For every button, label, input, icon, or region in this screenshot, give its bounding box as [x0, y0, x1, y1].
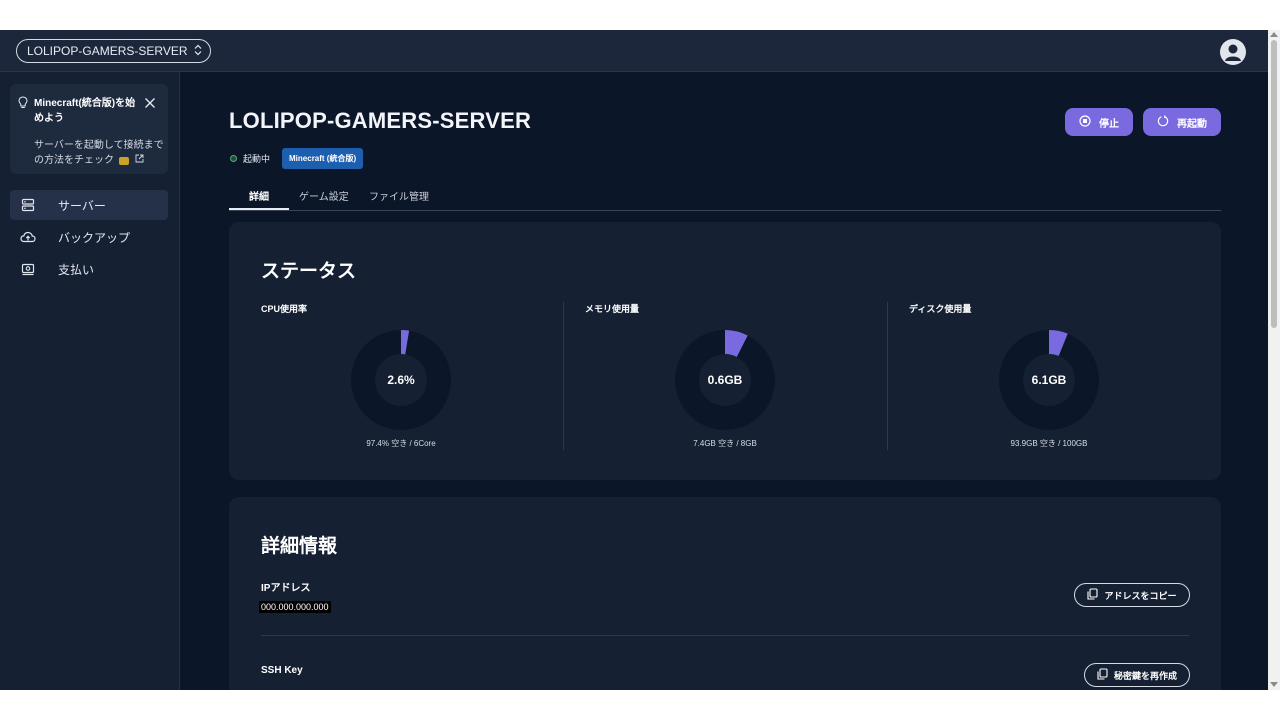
- page-title: LOLIPOP-GAMERS-SERVER: [229, 108, 532, 133]
- active-tab-indicator: [229, 208, 289, 210]
- tab-game-settings[interactable]: ゲーム設定: [299, 188, 349, 203]
- regenerate-key-label: 秘密鍵を再作成: [1113, 670, 1177, 681]
- stop-button[interactable]: 停止: [1065, 108, 1133, 136]
- restart-button[interactable]: 再起動: [1143, 108, 1221, 136]
- metric-sub: 97.4% 空き / 6Core: [366, 439, 436, 448]
- external-link-icon: [135, 154, 144, 166]
- details-card-title: 詳細情報: [261, 536, 338, 557]
- metric-sub: 93.9GB 空き / 100GB: [1010, 439, 1088, 448]
- copy-icon: [1087, 588, 1099, 602]
- sidebar-item-label: サーバー: [58, 198, 106, 213]
- metric-label: メモリ使用量: [585, 304, 640, 314]
- scroll-up-arrow-icon[interactable]: [1270, 32, 1278, 37]
- donut-value: 2.6%: [387, 373, 415, 387]
- sidebar: Minecraft(統合版)を始めよう サーバーを起動して接続までの方法をチェッ…: [0, 72, 180, 690]
- copy-address-label: アドレスをコピー: [1104, 590, 1177, 601]
- memory-metric: メモリ使用量 0.6GB 7.4GB 空き / 8GB: [585, 302, 909, 450]
- scroll-down-arrow-icon[interactable]: [1270, 682, 1278, 687]
- close-icon[interactable]: [144, 96, 156, 114]
- status-text: 起動中: [243, 154, 271, 164]
- scroll-thumb[interactable]: [1271, 40, 1277, 328]
- user-avatar-icon[interactable]: [1220, 39, 1246, 65]
- donut-value: 0.6GB: [707, 373, 743, 387]
- getting-started-tip: Minecraft(統合版)を始めよう サーバーを起動して接続までの方法をチェッ…: [10, 84, 168, 174]
- metric-label: CPU使用率: [261, 304, 308, 314]
- sidebar-item-label: 支払い: [58, 262, 95, 277]
- tab-file-management[interactable]: ファイル管理: [369, 188, 429, 203]
- status-card-title: ステータス: [261, 261, 357, 282]
- metric-divider: [563, 302, 564, 450]
- cpu-donut: 2.6%: [349, 328, 453, 432]
- sidebar-item-server[interactable]: サーバー: [10, 190, 168, 220]
- lightbulb-icon: [18, 96, 28, 114]
- server-status-row: 起動中 Minecraft (統合版): [230, 148, 364, 169]
- game-badge: Minecraft (統合版): [282, 148, 364, 169]
- restart-icon: [1157, 114, 1169, 130]
- metric-divider: [887, 302, 888, 450]
- copy-icon: [1097, 668, 1108, 682]
- sidebar-item-payment[interactable]: 支払い: [10, 254, 168, 284]
- tip-body-text: サーバーを起動して接続までの方法をチェック: [34, 140, 164, 167]
- stop-circle-icon: [1079, 114, 1091, 130]
- app-window: LOLIPOP-GAMERS-SERVER Minecraft(統合版)を始めよ…: [0, 30, 1268, 690]
- metric-label: ディスク使用量: [909, 304, 972, 314]
- tab-bar: 詳細 ゲーム設定 ファイル管理: [229, 180, 1221, 211]
- metric-sub: 7.4GB 空き / 8GB: [693, 439, 757, 448]
- restart-button-label: 再起動: [1177, 118, 1207, 130]
- sidebar-item-backup[interactable]: バックアップ: [10, 222, 168, 252]
- disk-metric: ディスク使用量 6.1GB 93.9GB 空き / 100GB: [909, 302, 1233, 450]
- memory-donut: 0.6GB: [673, 328, 777, 432]
- server-icon: [10, 198, 46, 212]
- ssh-key-label: SSH Key: [261, 665, 303, 676]
- tab-details[interactable]: 詳細: [249, 188, 269, 203]
- donut-value: 6.1GB: [1031, 373, 1067, 387]
- details-card: 詳細情報 IPアドレス 000.000.000.000 アドレスをコピー SSH…: [229, 497, 1221, 690]
- regenerate-key-button[interactable]: 秘密鍵を再作成: [1084, 663, 1190, 687]
- stop-button-label: 停止: [1099, 118, 1119, 130]
- top-bar: LOLIPOP-GAMERS-SERVER: [0, 30, 1268, 72]
- copy-address-button[interactable]: アドレスをコピー: [1074, 583, 1190, 607]
- details-divider: [261, 635, 1189, 636]
- server-selector[interactable]: LOLIPOP-GAMERS-SERVER: [16, 39, 211, 63]
- status-card: ステータス CPU使用率 2.6% 97.4% 空き / 6Core メモリ使用…: [229, 222, 1221, 480]
- cloud-upload-icon: [10, 230, 46, 244]
- updown-chevron-icon: [194, 44, 202, 59]
- status-dot-icon: [230, 155, 237, 162]
- sidebar-item-label: バックアップ: [58, 230, 131, 245]
- cpu-metric: CPU使用率 2.6% 97.4% 空き / 6Core: [261, 302, 585, 450]
- page-scrollbar[interactable]: [1268, 30, 1280, 690]
- emoji-icon: [118, 156, 129, 165]
- disk-donut: 6.1GB: [997, 328, 1101, 432]
- ip-value: 000.000.000.000: [259, 601, 331, 613]
- ip-label: IPアドレス: [261, 583, 311, 594]
- server-selector-label: LOLIPOP-GAMERS-SERVER: [27, 44, 188, 58]
- tip-title: Minecraft(統合版)を始めよう: [34, 98, 136, 124]
- tip-link[interactable]: サーバーを起動して接続までの方法をチェック: [34, 138, 164, 168]
- payment-icon: [10, 262, 46, 276]
